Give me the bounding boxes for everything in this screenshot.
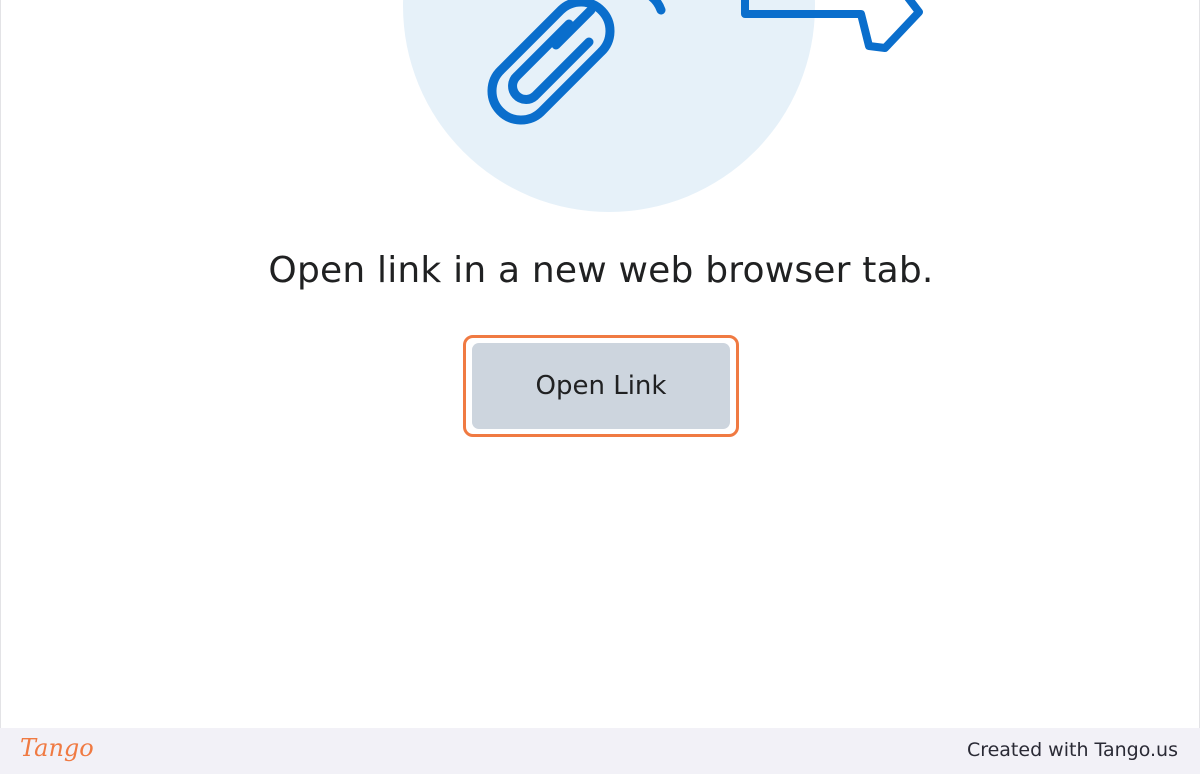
content-panel: Open link in a new web browser tab. Open…	[0, 0, 1200, 729]
created-with-credit[interactable]: Created with Tango.us	[967, 739, 1178, 761]
tango-logo[interactable]: Tango	[20, 734, 94, 762]
footer-bar: Tango Created with Tango.us	[0, 728, 1200, 774]
open-link-button[interactable]: Open Link	[472, 343, 730, 429]
instruction-text: Open link in a new web browser tab.	[268, 250, 934, 291]
link-illustration	[403, 0, 923, 212]
